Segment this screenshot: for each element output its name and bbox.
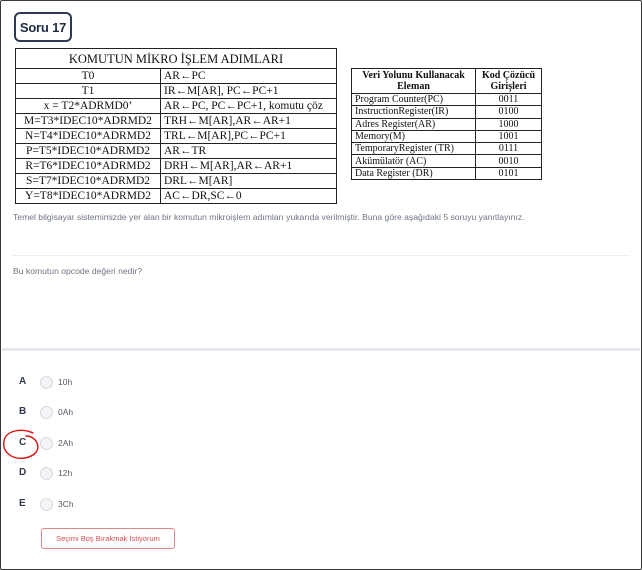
table-row: x = T2*ADRMD0’ AR←PC, PC←PC+1, komutu çöz [15, 98, 337, 114]
clear-selection-button[interactable]: Seçimi Boş Bırakmak İstiyorum [41, 528, 175, 549]
table-cell: R=T6*IDEC10*ADRMD2 [15, 158, 161, 174]
table-row: P=T5*IDEC10*ADRMD2 AR←TR [15, 143, 337, 159]
radio-button[interactable] [40, 467, 53, 480]
table-cell: TRL←M[AR],PC←PC+1 [160, 128, 337, 144]
table-cell: M=T3*IDEC10*ADRMD2 [15, 113, 161, 129]
table-cell: T1 [15, 83, 161, 99]
divider [12, 255, 630, 256]
table-cell: P=T5*IDEC10*ADRMD2 [15, 143, 161, 159]
column-header-code: Kod Çözücü Girişleri [475, 68, 542, 94]
option-e[interactable]: E 3Ch [0, 495, 200, 515]
question-number-badge: Soru 17 [14, 12, 72, 42]
table-cell: AR←PC, PC←PC+1, komutu çöz [160, 98, 337, 114]
option-b[interactable]: B 0Ah [0, 403, 200, 423]
option-value: 0Ah [58, 407, 74, 417]
table-cell: S=T7*IDEC10*ADRMD2 [15, 173, 161, 189]
decoder-code-table: Veri Yolunu Kullanacak Eleman Kod Çözücü… [351, 68, 542, 181]
table-cell: Adres Register(AR) [351, 117, 476, 131]
table-row: Akümülatör (AC) 0010 [351, 154, 542, 168]
table-row: Memory(M) 1001 [351, 129, 542, 144]
table-row: T0 AR←PC [15, 68, 337, 84]
table-cell: TRH←M[AR],AR←AR+1 [160, 113, 337, 129]
table-row: S=T7*IDEC10*ADRMD2 DRL←M[AR] [15, 173, 337, 189]
table-row: TemporaryRegister (TR) 0111 [351, 142, 542, 156]
option-letter: B [19, 406, 27, 417]
column-header-element: Veri Yolunu Kullanacak Eleman [351, 68, 476, 94]
table-row: Program Counter(PC) 0011 [351, 92, 542, 107]
option-a[interactable]: A 10h [0, 373, 200, 393]
option-value: 12h [58, 468, 73, 478]
micro-operation-table: KOMUTUN MİKRO İŞLEM ADIMLARI T0 AR←PC T1 I… [15, 48, 337, 204]
radio-button[interactable] [40, 406, 53, 419]
table-cell: x = T2*ADRMD0’ [15, 98, 161, 114]
handwritten-circle-annotation [3, 429, 39, 459]
table-cell: DRL←M[AR] [160, 173, 337, 189]
table-cell: 0100 [475, 105, 542, 119]
option-value: 2Ah [58, 438, 74, 448]
table-row: InstructionRegister(IR) 0100 [351, 105, 542, 119]
radio-button[interactable] [40, 498, 53, 511]
micro-table-title: KOMUTUN MİKRO İŞLEM ADIMLARI [15, 48, 337, 69]
table-cell: 1001 [475, 129, 542, 144]
question-instruction: Temel bilgisayar sistemimizde yer alan b… [13, 212, 525, 222]
option-letter: A [19, 376, 27, 387]
question-prompt: Bu komutun opcode değeri nedir? [13, 266, 142, 276]
table-row: Adres Register(AR) 1000 [351, 117, 542, 131]
table-cell: N=T4*IDEC10*ADRMD2 [15, 128, 161, 144]
table-cell: Program Counter(PC) [351, 92, 476, 107]
table-row: Data Register (DR) 0101 [351, 166, 542, 181]
option-letter: E [19, 498, 26, 509]
table-cell: IR←M[AR], PC←PC+1 [160, 83, 337, 99]
table-cell: 0010 [475, 154, 542, 168]
section-separator [2, 348, 640, 351]
table-row: T1 IR←M[AR], PC←PC+1 [15, 83, 337, 99]
table-row: M=T3*IDEC10*ADRMD2 TRH←M[AR],AR←AR+1 [15, 113, 337, 129]
table-cell: TemporaryRegister (TR) [351, 142, 476, 156]
table-cell: Memory(M) [351, 129, 476, 144]
table-cell: AR←PC [160, 68, 337, 84]
table-cell: 0111 [475, 142, 542, 156]
table-cell: InstructionRegister(IR) [351, 105, 476, 119]
table-cell: AR←TR [160, 143, 337, 159]
table-cell: Data Register (DR) [351, 166, 476, 181]
option-d[interactable]: D 12h [0, 464, 200, 484]
table-cell: Akümülatör (AC) [351, 154, 476, 168]
table-cell: 0101 [475, 166, 542, 181]
table-cell: 1000 [475, 117, 542, 131]
radio-button[interactable] [40, 376, 53, 389]
table-row: R=T6*IDEC10*ADRMD2 DRH←M[AR],AR←AR+1 [15, 158, 337, 174]
table-cell: AC←DR,SC←0 [160, 188, 337, 204]
table-cell: 0011 [475, 92, 542, 107]
table-row: N=T4*IDEC10*ADRMD2 TRL←M[AR],PC←PC+1 [15, 128, 337, 144]
option-letter: D [19, 467, 27, 478]
table-cell: Y=T8*IDEC10*ADRMD2 [15, 188, 161, 204]
option-value: 10h [58, 377, 73, 387]
table-cell: DRH←M[AR],AR←AR+1 [160, 158, 337, 174]
table-row: Y=T8*IDEC10*ADRMD2 AC←DR,SC←0 [15, 188, 337, 204]
option-value: 3Ch [58, 499, 74, 509]
table-cell: T0 [15, 68, 161, 84]
